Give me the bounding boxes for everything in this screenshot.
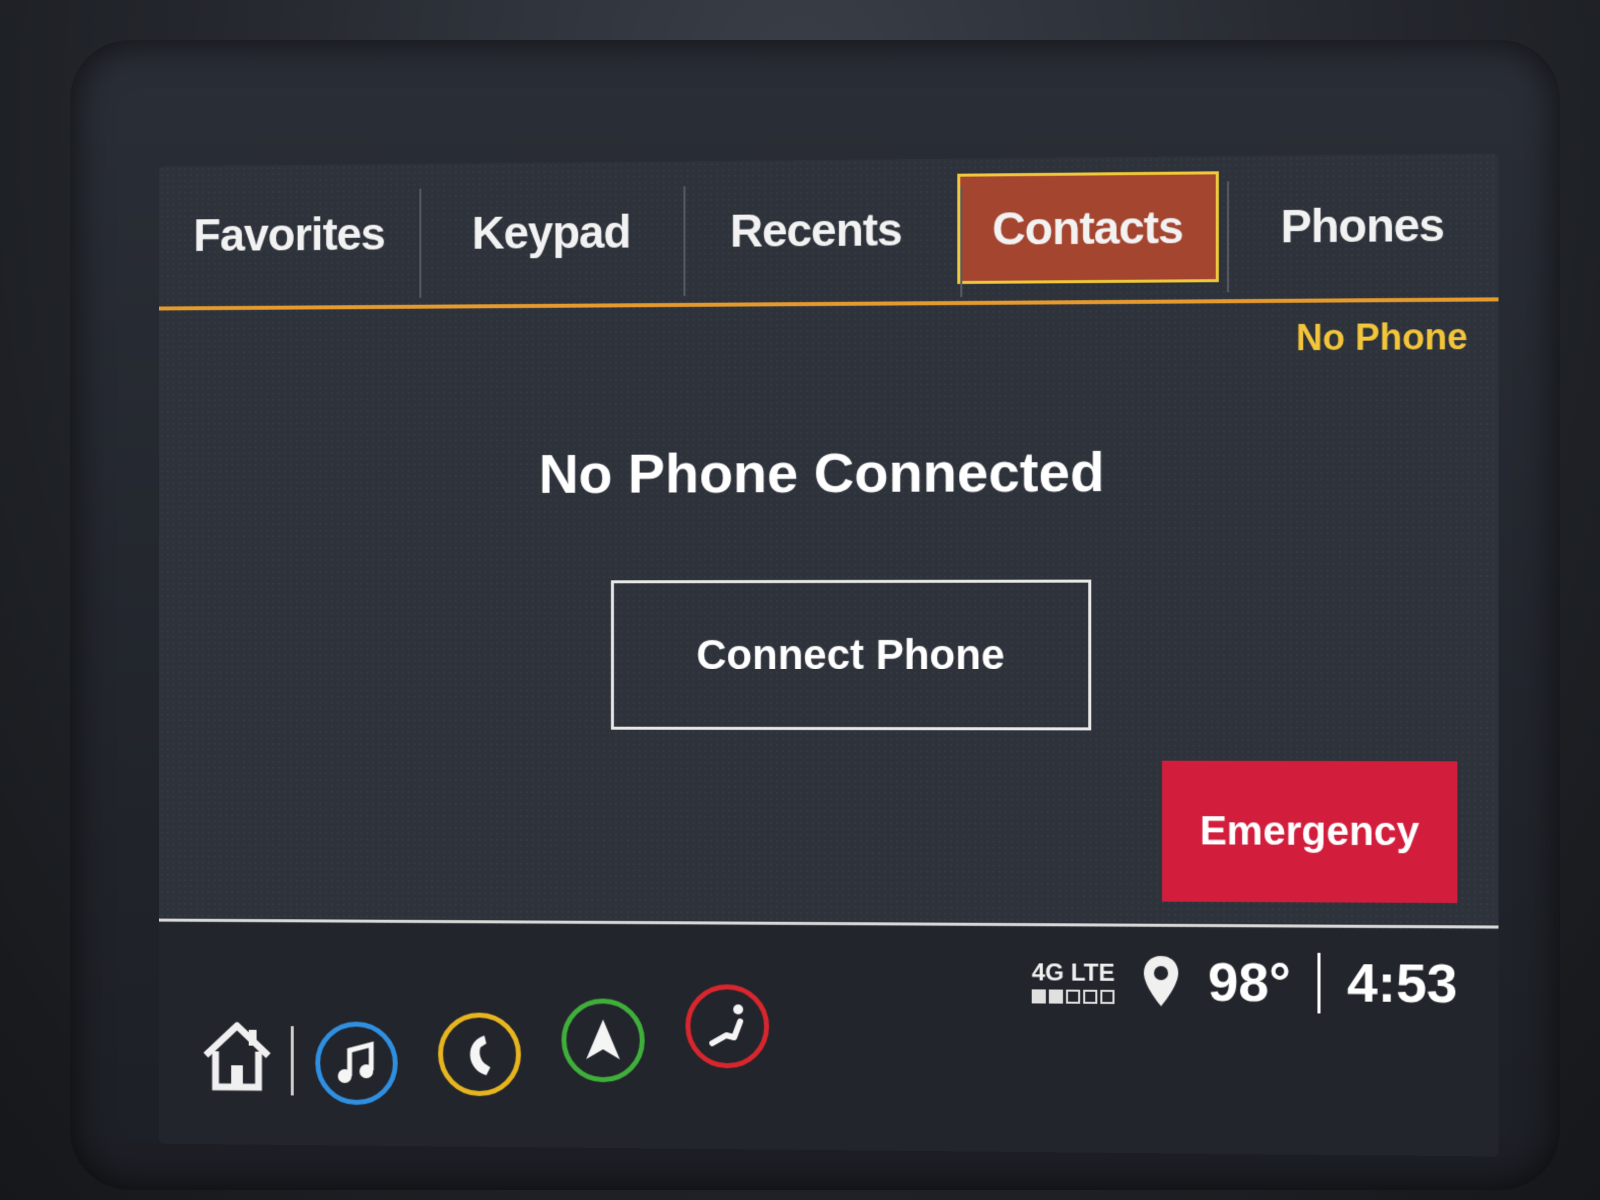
phone-icon[interactable] <box>438 1012 521 1097</box>
status-area: 4G LTE 98° 4:53 <box>1031 936 1458 1029</box>
audio-icon[interactable] <box>315 1021 398 1106</box>
tab-phones[interactable]: Phones <box>1227 169 1499 282</box>
infotainment-screen: Favorites Keypad Recents Contacts Phones… <box>158 153 1499 1157</box>
tab-recents[interactable]: Recents <box>683 174 949 286</box>
network-indicator: 4G LTE <box>1031 959 1115 1004</box>
phone-status-label: No Phone <box>1296 315 1468 359</box>
tab-contacts[interactable]: Contacts <box>957 171 1219 285</box>
tab-favorites[interactable]: Favorites <box>159 179 420 290</box>
network-label: 4G LTE <box>1031 959 1115 987</box>
connect-phone-button[interactable]: Connect Phone <box>610 579 1092 731</box>
signal-bar <box>1048 989 1063 1004</box>
outside-temperature: 98° <box>1207 952 1291 1014</box>
emergency-button[interactable]: Emergency <box>1162 760 1458 904</box>
signal-bars <box>1031 989 1115 1004</box>
location-pin-icon <box>1144 955 1179 1007</box>
clock: 4:53 <box>1346 953 1458 1015</box>
status-divider <box>1317 952 1321 1014</box>
nav-separator <box>290 1026 294 1096</box>
tab-keypad[interactable]: Keypad <box>420 176 683 288</box>
signal-bar <box>1031 989 1046 1004</box>
signal-bar <box>1066 989 1081 1004</box>
home-icon[interactable] <box>198 1016 276 1096</box>
navigation-icon[interactable] <box>561 998 645 1083</box>
signal-bar <box>1083 989 1098 1004</box>
phone-tabs: Favorites Keypad Recents Contacts Phones <box>159 153 1498 304</box>
signal-bar <box>1100 989 1115 1004</box>
seat-icon[interactable] <box>685 984 770 1069</box>
no-phone-message: No Phone Connected <box>538 439 1105 505</box>
